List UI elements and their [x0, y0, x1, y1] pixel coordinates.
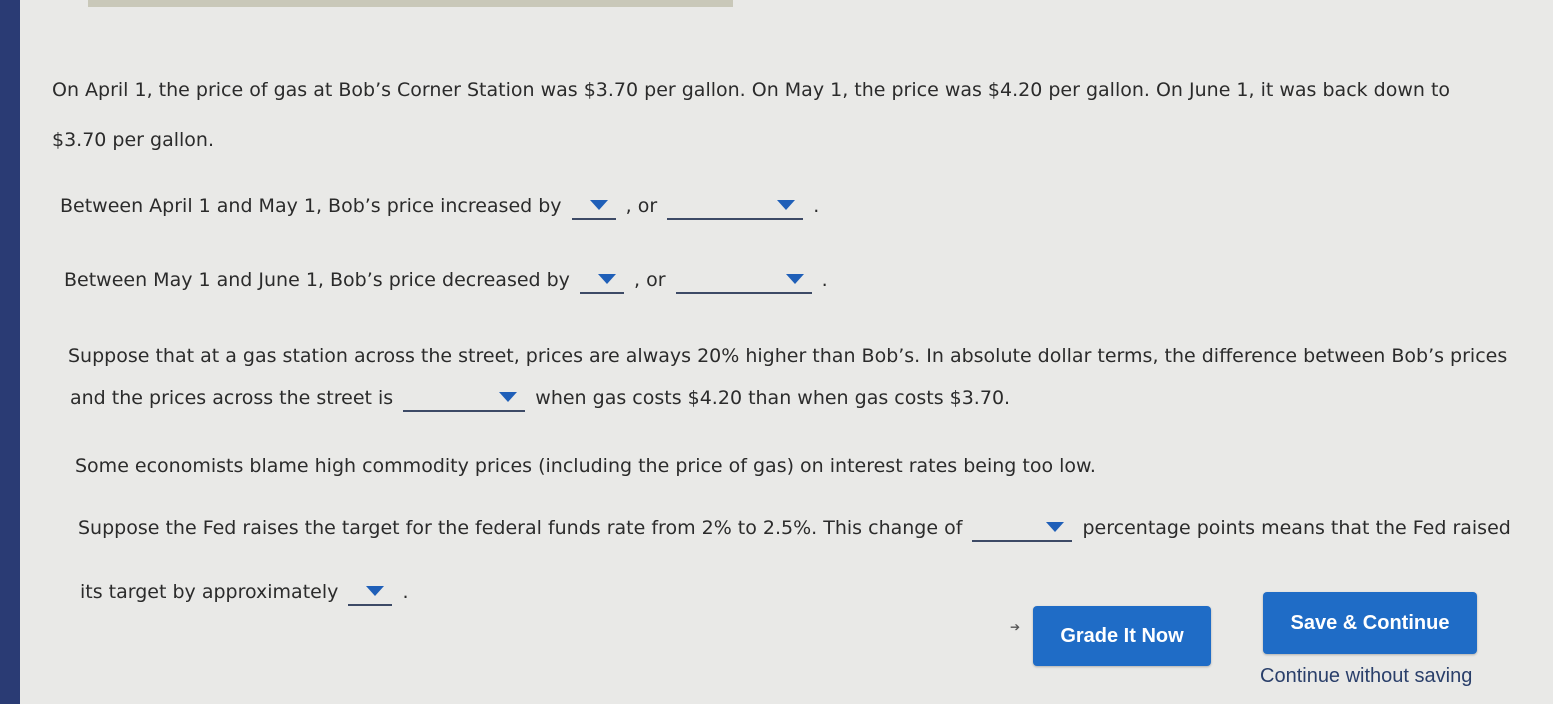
- continue-without-saving-link[interactable]: Continue without saving: [1260, 665, 1472, 688]
- increase-percent-dropdown[interactable]: [667, 196, 804, 220]
- dropdown-arrow-icon: [366, 586, 385, 596]
- grade-it-now-button[interactable]: Grade It Now: [1033, 606, 1211, 666]
- fed-after: percentage points means that the Fed rai…: [1082, 517, 1511, 539]
- points-change-dropdown[interactable]: [972, 518, 1073, 542]
- dropdown-arrow-icon: [499, 392, 518, 402]
- economists-text: Some economists blame high commodity pri…: [75, 455, 1096, 477]
- fed-line-2: its target by approximately .: [80, 578, 409, 606]
- question-decrease-or: , or: [634, 269, 666, 291]
- dropdown-arrow-icon: [589, 200, 608, 210]
- question-increase: Between April 1 and May 1, Bob’s price i…: [60, 192, 819, 220]
- intro-line-1: On April 1, the price of gas at Bob’s Co…: [52, 79, 1451, 101]
- question-page: On April 1, the price of gas at Bob’s Co…: [20, 0, 1553, 704]
- question-decrease-text: Between May 1 and June 1, Bob’s price de…: [64, 269, 570, 291]
- intro-line-2: $3.70 per gallon.: [52, 129, 215, 151]
- fed-line-2-end: .: [402, 581, 409, 603]
- question-increase-or: , or: [625, 195, 658, 217]
- dropdown-arrow-icon: [597, 274, 616, 284]
- dropdown-arrow-icon: [1046, 522, 1065, 532]
- question-increase-end: .: [813, 195, 820, 217]
- across-street-text: and the prices across the street is: [70, 387, 394, 409]
- decrease-percent-dropdown[interactable]: [675, 270, 812, 294]
- dropdown-arrow-icon: [777, 200, 796, 210]
- decrease-amount-dropdown[interactable]: [579, 270, 624, 294]
- save-and-continue-button[interactable]: Save & Continue: [1263, 592, 1477, 654]
- approx-percent-dropdown[interactable]: [348, 582, 393, 606]
- question-decrease: Between May 1 and June 1, Bob’s price de…: [64, 266, 828, 294]
- increase-amount-dropdown[interactable]: [571, 196, 616, 220]
- difference-dropdown[interactable]: [403, 388, 526, 412]
- question-decrease-end: .: [821, 269, 828, 291]
- pointer-icon: ➔: [1010, 620, 1021, 634]
- top-divider: [88, 0, 733, 7]
- fed-text: Suppose the Fed raises the target for th…: [78, 517, 963, 539]
- across-street-line-1: Suppose that at a gas station across the…: [68, 345, 1508, 367]
- question-increase-text: Between April 1 and May 1, Bob’s price i…: [60, 195, 562, 217]
- dropdown-arrow-icon: [785, 274, 804, 284]
- across-street-after: when gas costs $4.20 than when gas costs…: [535, 387, 1011, 409]
- fed-line-1: Suppose the Fed raises the target for th…: [78, 514, 1511, 542]
- fed-line-2-text: its target by approximately: [80, 581, 339, 603]
- across-street-line-2: and the prices across the street is when…: [70, 384, 1010, 412]
